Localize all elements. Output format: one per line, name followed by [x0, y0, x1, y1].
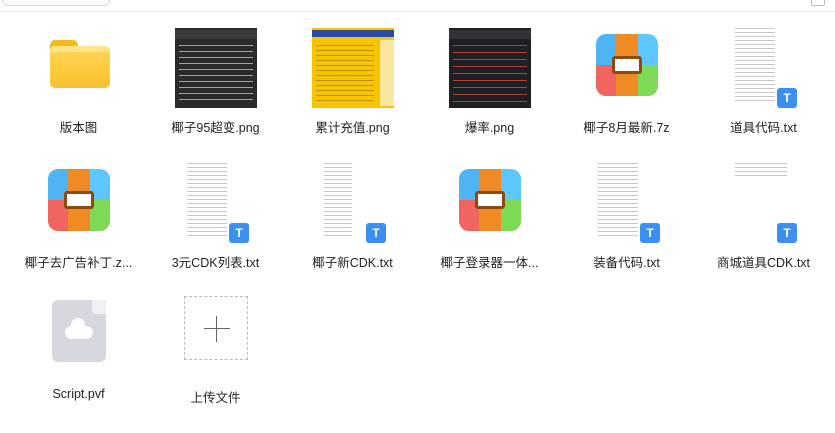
- upload-label: 上传文件: [190, 391, 241, 405]
- image-thumbnail-icon: [449, 28, 531, 108]
- cloud-file-icon: [52, 300, 106, 362]
- text-file-icon: T: [735, 26, 797, 108]
- file-name: 爆率.png: [464, 121, 515, 135]
- text-file-icon: T: [187, 161, 249, 243]
- top-bar: [0, 0, 835, 12]
- file-name: 商城道具CDK.txt: [716, 256, 811, 270]
- file-item-image[interactable]: 累计充值.png: [284, 22, 421, 146]
- file-name: Script.pvf: [52, 387, 105, 401]
- file-name: 椰子95超变.png: [171, 121, 260, 135]
- file-item-folder[interactable]: 版本图: [10, 22, 147, 146]
- file-item-text[interactable]: T 道具代码.txt: [695, 22, 832, 146]
- text-file-icon: T: [598, 161, 660, 243]
- file-name: 道具代码.txt: [730, 121, 797, 135]
- file-name: 累计充值.png: [315, 121, 390, 135]
- image-thumbnail-icon: [312, 28, 394, 108]
- file-item-text[interactable]: T 商城道具CDK.txt: [695, 157, 832, 281]
- folder-icon: [50, 40, 110, 88]
- file-item-pvf[interactable]: Script.pvf: [10, 292, 147, 416]
- file-name: 椰子新CDK.txt: [312, 256, 393, 270]
- file-item-image[interactable]: 爆率.png: [421, 22, 558, 146]
- file-item-image[interactable]: 椰子95超变.png: [147, 22, 284, 146]
- file-item-text[interactable]: T 椰子新CDK.txt: [284, 157, 421, 281]
- file-name: 3元CDK列表.txt: [171, 256, 260, 270]
- breadcrumb[interactable]: [2, 0, 110, 6]
- file-item-archive[interactable]: 椰子去广告补丁.z...: [10, 157, 147, 281]
- archive-icon: [459, 169, 521, 231]
- archive-icon: [596, 34, 658, 96]
- file-name: 椰子8月最新.7z: [583, 121, 670, 135]
- archive-icon: [48, 169, 110, 231]
- upload-file-button[interactable]: 上传文件: [147, 292, 284, 416]
- file-name: 椰子去广告补丁.z...: [24, 256, 133, 270]
- plus-icon: [184, 296, 248, 360]
- file-item-text[interactable]: T 装备代码.txt: [558, 157, 695, 281]
- file-item-text[interactable]: T 3元CDK列表.txt: [147, 157, 284, 281]
- file-item-archive[interactable]: 椰子8月最新.7z: [558, 22, 695, 146]
- image-thumbnail-icon: [175, 28, 257, 108]
- file-name: 版本图: [59, 121, 98, 135]
- file-item-archive[interactable]: 椰子登录器一体...: [421, 157, 558, 281]
- file-name: 椰子登录器一体...: [440, 256, 539, 270]
- text-file-icon: T: [735, 161, 797, 243]
- text-file-icon: T: [324, 161, 386, 243]
- view-toggle-icon[interactable]: [811, 0, 825, 6]
- file-name: 装备代码.txt: [593, 256, 660, 270]
